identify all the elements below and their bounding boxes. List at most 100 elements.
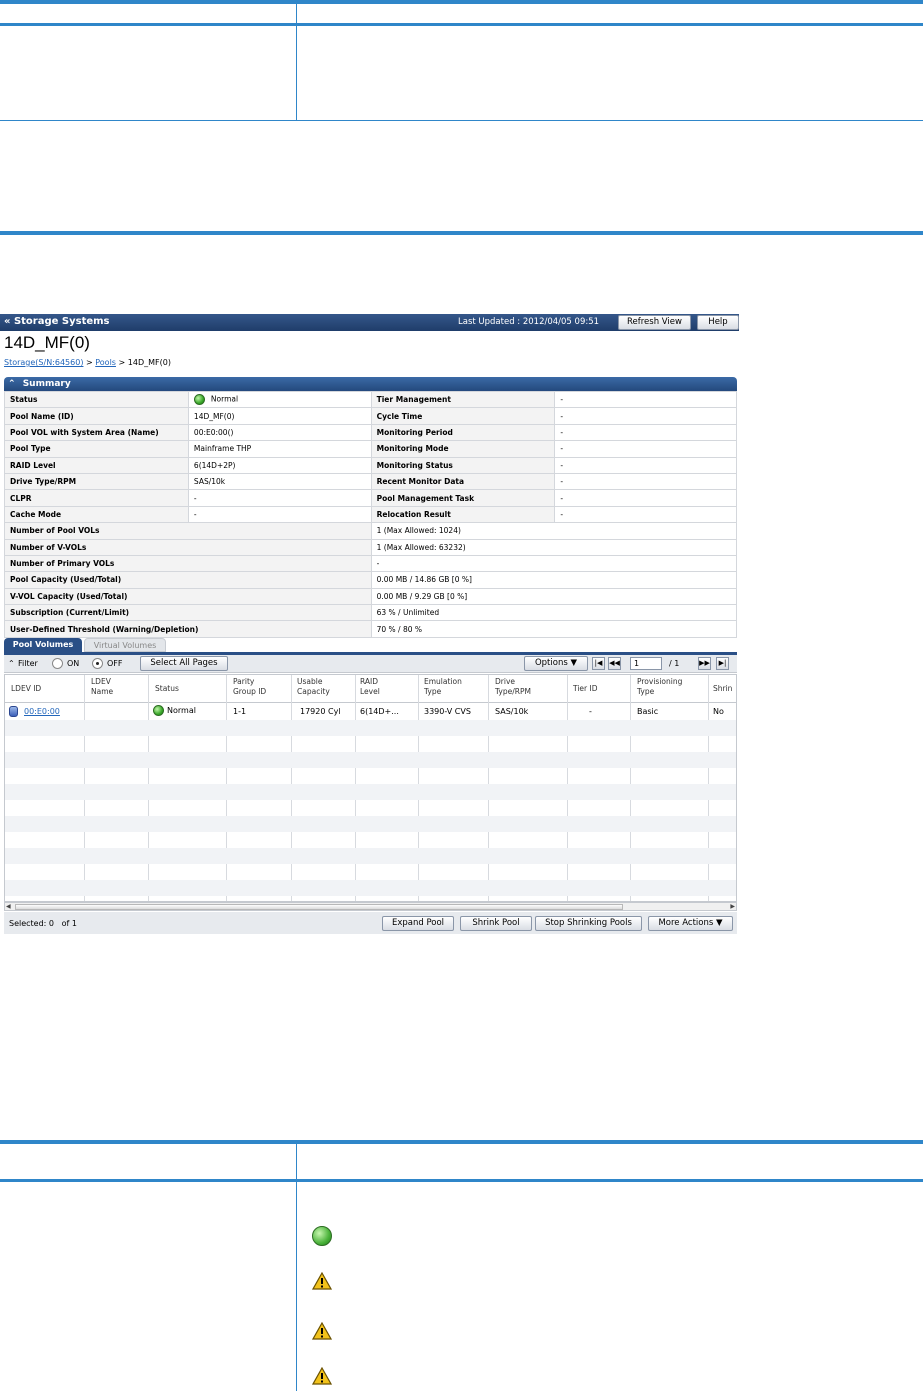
table-row-empty: [5, 832, 736, 848]
scrollbar-thumb[interactable]: [15, 904, 623, 910]
summary-key: CLPR: [4, 489, 189, 507]
summary-key: V-VOL Capacity (Used/Total): [4, 587, 372, 606]
next-page-icon[interactable]: ▶▶: [698, 657, 711, 670]
ldev-volume-icon: [9, 706, 18, 717]
table-row[interactable]: 00:E0:00 Normal 1-1 17920 Cyl 6(14D+... …: [5, 704, 736, 720]
breadcrumb-storage-link[interactable]: Storage(S/N:64560): [4, 358, 83, 367]
page-title: 14D_MF(0): [4, 333, 90, 352]
scroll-right-icon[interactable]: ▶: [730, 903, 735, 910]
summary-key: User-Defined Threshold (Warning/Depletio…: [4, 620, 372, 638]
table-row-empty: [5, 800, 736, 816]
summary-table: Status Normal Tier Management - Pool Nam…: [4, 390, 738, 638]
column-header-usable-capacity[interactable]: Usable Capacity: [297, 677, 330, 697]
summary-key: Pool Type: [4, 440, 189, 458]
column-header-ldev-name[interactable]: LDEV Name: [91, 677, 113, 697]
summary-value: -: [554, 456, 737, 474]
shrink-pool-button[interactable]: Shrink Pool: [460, 916, 532, 931]
grid-toolbar: ⌃ Filter ON OFF Select All Pages Options…: [4, 655, 737, 673]
tab-virtual-volumes[interactable]: Virtual Volumes: [84, 638, 166, 652]
selected-count: Selected: 0 of 1: [9, 919, 77, 928]
help-button[interactable]: Help: [697, 315, 739, 330]
column-header-ldev-id[interactable]: LDEV ID: [11, 684, 41, 694]
summary-value: SAS/10k: [187, 472, 372, 491]
usable-capacity-cell: 17920 Cyl: [300, 707, 341, 716]
summary-value: -: [554, 505, 737, 524]
page-total-label: / 1: [669, 659, 680, 668]
doc-table-top: [0, 0, 923, 235]
column-header-parity-group[interactable]: Parity Group ID: [233, 677, 266, 697]
drive-type-cell: SAS/10k: [495, 707, 529, 716]
scroll-left-icon[interactable]: ◀: [6, 903, 11, 910]
summary-value: -: [554, 423, 737, 442]
pool-detail-window: « Storage Systems Last Updated : 2012/04…: [0, 314, 739, 936]
summary-key: Tier Management: [370, 390, 556, 409]
doc-table-divider: [296, 4, 297, 121]
table-row-empty: [5, 880, 736, 896]
summary-key: Cache Mode: [4, 505, 189, 524]
doc-table-header-row: [0, 1144, 923, 1182]
summary-key: Subscription (Current/Limit): [4, 604, 372, 622]
last-page-icon[interactable]: ▶|: [716, 657, 729, 670]
summary-key: Pool Management Task: [370, 489, 556, 507]
grid-header: LDEV ID LDEV Name Status Parity Group ID…: [5, 675, 736, 703]
column-header-shrink[interactable]: Shrin: [713, 684, 732, 694]
summary-value: 1 (Max Allowed: 63232): [370, 538, 738, 556]
column-header-drive-type[interactable]: Drive Type/RPM: [495, 677, 531, 697]
doc-table-row: [0, 26, 923, 121]
filter-on-label: ON: [67, 659, 80, 668]
summary-value: 63 % / Unlimited: [370, 604, 738, 622]
stop-shrinking-pools-button[interactable]: Stop Shrinking Pools: [535, 916, 642, 931]
summary-value: Mainframe THP: [187, 440, 372, 458]
summary-value: -: [554, 390, 737, 409]
column-header-raid-level[interactable]: RAID Level: [360, 677, 380, 697]
filter-off-label: OFF: [107, 659, 123, 668]
breadcrumb-pools-link[interactable]: Pools: [95, 358, 116, 367]
previous-page-icon[interactable]: ◀◀: [608, 657, 621, 670]
pool-volumes-grid: LDEV ID LDEV Name Status Parity Group ID…: [4, 674, 737, 902]
first-page-icon[interactable]: |◀: [592, 657, 605, 670]
summary-key: RAID Level: [4, 456, 189, 474]
summary-value: -: [370, 554, 738, 573]
column-header-tier-id[interactable]: Tier ID: [573, 684, 598, 694]
ldev-id-link[interactable]: 00:E0:00: [24, 707, 60, 716]
table-row-empty: [5, 784, 736, 800]
doc-table-bottom: [0, 1140, 923, 1391]
summary-key: Status: [4, 390, 189, 409]
table-row-empty: [5, 720, 736, 736]
filter-chevron-icon[interactable]: ⌃: [8, 659, 15, 668]
column-header-status[interactable]: Status: [155, 684, 179, 694]
tab-pool-volumes[interactable]: Pool Volumes: [4, 638, 82, 652]
summary-key: Cycle Time: [370, 407, 556, 425]
summary-key: Pool Capacity (Used/Total): [4, 571, 372, 589]
normal-status-icon: [153, 705, 164, 716]
select-all-pages-button[interactable]: Select All Pages: [140, 656, 228, 671]
storage-systems-back-link[interactable]: « Storage Systems: [4, 316, 110, 327]
summary-key: Monitoring Status: [370, 456, 556, 474]
page-number-input[interactable]: 1: [630, 657, 662, 670]
parity-group-cell: 1-1: [233, 707, 247, 716]
breadcrumb-separator: >: [86, 358, 93, 367]
table-row-empty: [5, 864, 736, 880]
summary-value: 14D_MF(0): [187, 407, 372, 425]
options-dropdown[interactable]: Options ▼: [524, 656, 588, 671]
summary-key: Number of Primary VOLs: [4, 554, 372, 573]
horizontal-scrollbar[interactable]: ◀ ▶: [4, 902, 737, 911]
status-cell: Normal: [153, 705, 196, 716]
filter-on-radio[interactable]: [52, 658, 63, 669]
table-row-empty: [5, 816, 736, 832]
column-header-provisioning-type[interactable]: Provisioning Type: [637, 677, 682, 697]
summary-value: 70 % / 80 %: [370, 620, 738, 638]
summary-header[interactable]: ⌃ Summary: [4, 377, 737, 391]
warning-icon: [312, 1272, 332, 1290]
filter-off-radio[interactable]: [92, 658, 103, 669]
more-actions-dropdown[interactable]: More Actions ▼: [648, 916, 733, 931]
column-header-emulation-type[interactable]: Emulation Type: [424, 677, 462, 697]
refresh-view-button[interactable]: Refresh View: [618, 315, 691, 330]
summary-value: -: [554, 472, 737, 491]
summary-value: -: [187, 489, 372, 507]
expand-pool-button[interactable]: Expand Pool: [382, 916, 454, 931]
summary-value: -: [554, 440, 737, 458]
breadcrumb-current: > 14D_MF(0): [118, 358, 171, 367]
collapse-chevron-icon[interactable]: ⌃: [8, 379, 16, 389]
table-row-empty: [5, 848, 736, 864]
